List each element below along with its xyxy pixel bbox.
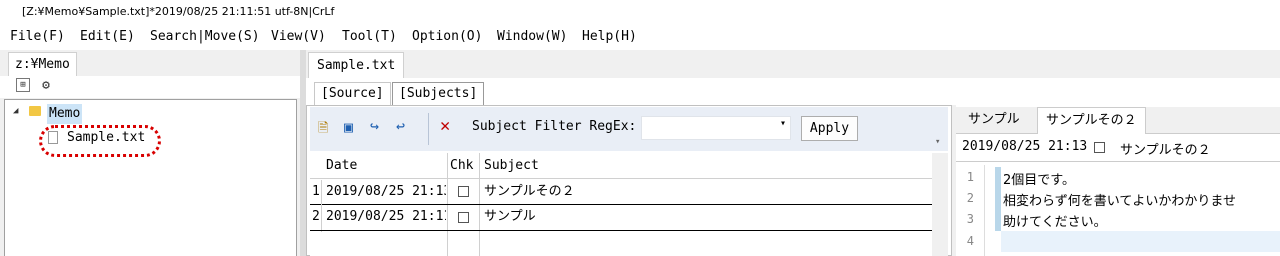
change-marker: [995, 167, 1001, 231]
header-chk[interactable]: Chk: [450, 154, 480, 178]
undo-icon[interactable]: ↩: [396, 117, 405, 135]
row-check[interactable]: [458, 212, 469, 223]
tab-subjects[interactable]: [Subjects]: [392, 82, 485, 105]
header-subject[interactable]: Subject: [484, 154, 684, 178]
detail-subject[interactable]: サンプルその２: [1120, 139, 1211, 158]
folder-icon: [29, 106, 41, 116]
line-number: 4: [966, 234, 974, 248]
overflow-icon[interactable]: ▾: [935, 137, 940, 147]
menu-view[interactable]: View(V): [271, 24, 326, 50]
menu-help[interactable]: Help(H): [582, 24, 637, 50]
row-date: 2019/08/25 21:11: [326, 209, 446, 224]
row-subject: サンプル: [484, 209, 536, 224]
tree-view-icon[interactable]: ⊞: [16, 78, 30, 92]
chevron-down-icon[interactable]: ▾: [780, 118, 786, 129]
menu-search-move[interactable]: Search|Move(S): [150, 24, 260, 50]
left-toolbar: ⊞ ⚙: [0, 76, 300, 98]
row-date: 2019/08/25 21:13: [326, 184, 446, 199]
tree-folder-memo[interactable]: Memo: [47, 104, 83, 124]
row-number: 2: [312, 209, 320, 224]
line-number: 1: [966, 170, 974, 184]
detail-tab-sample-2[interactable]: サンプルその２: [1037, 107, 1146, 134]
apply-button[interactable]: Apply: [801, 116, 858, 141]
document-tab-sample[interactable]: Sample.txt: [308, 52, 405, 78]
document-tab-bar: [306, 50, 1280, 78]
subjects-toolbar: 🗎 ▣ ↪ ↩ ✕ Subject Filter RegEx: ▾ Apply …: [310, 107, 948, 151]
folder-tab[interactable]: z:¥Memo: [8, 52, 77, 76]
save-icon[interactable]: ▣: [344, 118, 353, 136]
line-number: 2: [966, 191, 974, 205]
delete-icon[interactable]: ✕: [440, 116, 450, 136]
detail-header: 2019/08/25 21:13 サンプルその２: [956, 134, 1280, 162]
subjects-grid: Date Chk Subject 1 2019/08/25 21:13 サンプル…: [310, 153, 932, 256]
window-title: [Z:¥Memo¥Sample.txt]*2019/08/25 21:11:51…: [0, 0, 1280, 24]
line-number: 3: [966, 212, 974, 226]
editor-line: 相変わらず何を書いてよいかわかりませ: [1003, 194, 1236, 209]
menu-file[interactable]: File(F): [10, 24, 65, 50]
current-line: [1001, 231, 1280, 252]
collapse-icon[interactable]: ◢: [13, 106, 18, 116]
menu-option[interactable]: Option(O): [412, 24, 482, 50]
detail-date: 2019/08/25 21:13: [962, 139, 1088, 154]
tab-source[interactable]: [Source]: [314, 82, 391, 105]
header-date[interactable]: Date: [326, 154, 446, 178]
menu-tool[interactable]: Tool(T): [342, 24, 397, 50]
folder-tree: ◢ Memo Sample.txt: [4, 99, 297, 256]
toolbar-divider: [428, 113, 429, 145]
row-check[interactable]: [458, 186, 469, 197]
gutter-divider: [984, 165, 985, 256]
detail-check[interactable]: [1094, 142, 1105, 153]
filter-label: Subject Filter RegEx:: [472, 119, 637, 134]
editor-line: 2個目です。: [1003, 173, 1075, 188]
menu-edit[interactable]: Edit(E): [80, 24, 135, 50]
gear-icon[interactable]: ⚙: [38, 77, 54, 95]
grid-scrollbar[interactable]: [932, 153, 948, 256]
tree-file-sample[interactable]: Sample.txt: [67, 128, 145, 148]
detail-tab-sample[interactable]: サンプル: [960, 107, 1028, 133]
menu-window[interactable]: Window(W): [497, 24, 567, 50]
menu-bar: File(F) Edit(E) Search|Move(S) View(V) T…: [0, 24, 1280, 50]
editor-line: 助けてください。: [1003, 215, 1107, 230]
new-subject-icon[interactable]: 🗎: [318, 119, 328, 141]
filter-regex-input[interactable]: [641, 116, 791, 140]
row-subject: サンプルその２: [484, 184, 575, 199]
file-icon: [48, 131, 58, 144]
redo-icon[interactable]: ↪: [370, 117, 379, 135]
